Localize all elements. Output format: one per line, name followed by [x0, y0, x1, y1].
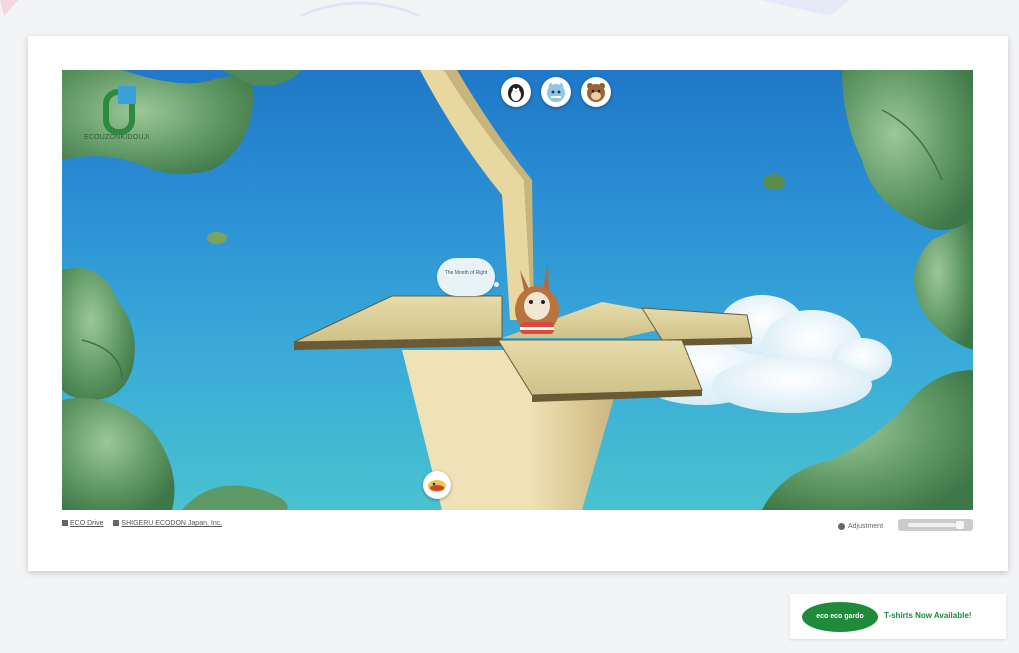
gear-icon	[838, 522, 845, 530]
promo-label: T-shirts Now Available!	[884, 611, 972, 620]
bear-icon	[587, 83, 605, 102]
tshirt-promo-banner[interactable]: eco eco gardo T-shirts Now Available!	[790, 594, 1006, 639]
character-button-2[interactable]	[541, 77, 571, 107]
settings-label: Adjustment	[848, 522, 884, 530]
leaf-cluster-left	[62, 268, 288, 510]
game-stage[interactable]: ECOUZONKIDOUJI The Month of Right	[62, 70, 973, 510]
bottom-character-button[interactable]	[423, 471, 451, 499]
volume-slider[interactable]	[898, 519, 973, 531]
character-button-1[interactable]	[501, 77, 531, 107]
link-bullet-icon	[113, 520, 120, 526]
cat-icon	[547, 82, 565, 102]
logo[interactable]: ECOUZONKIDOUJI	[72, 80, 162, 150]
slider-thumb[interactable]	[956, 521, 964, 529]
bird-icon	[428, 480, 446, 492]
page: ECOUZONKIDOUJI The Month of Right ECO Dr…	[0, 0, 1019, 653]
leaf-cluster-right	[762, 70, 973, 510]
footer-link-company[interactable]: SHIGERU ECODON Japan, Inc.	[121, 520, 222, 527]
character-button-3[interactable]	[581, 77, 611, 107]
logo-text: ECOUZONKIDOUJI	[84, 134, 150, 141]
top-decoration	[0, 0, 1019, 16]
scene-art	[62, 70, 973, 510]
penguin-icon	[508, 84, 524, 102]
settings-control[interactable]: Adjustment	[838, 518, 883, 534]
footer-links: ECO Drive SHIGERU ECODON Japan, Inc.	[62, 520, 230, 527]
footer-link-eco-drive[interactable]: ECO Drive	[70, 520, 103, 527]
thought-bubble-dot	[494, 282, 499, 287]
logo-mark-icon	[103, 86, 136, 135]
link-bullet-icon	[62, 520, 68, 526]
thought-bubble: The Month of Right	[437, 258, 495, 296]
slider-track	[908, 523, 956, 527]
promo-badge: eco eco gardo	[802, 602, 878, 632]
